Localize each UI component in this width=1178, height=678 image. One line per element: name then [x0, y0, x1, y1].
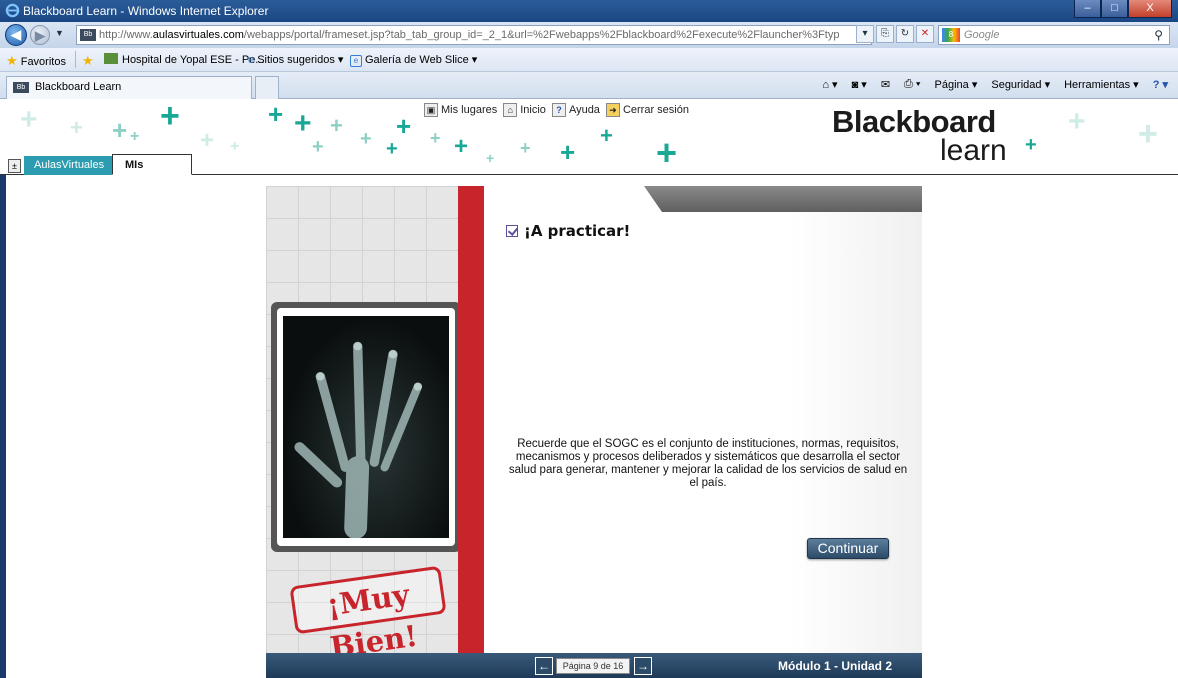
security-menu[interactable]: Seguridad ▾ [991, 78, 1050, 91]
window-titlebar: Blackboard Learn - Windows Internet Expl… [0, 0, 1178, 22]
tab-command-bar: Bb Blackboard Learn ⌂ ▾ ◙ ▾ ✉ ⎙ ▾ Página… [0, 72, 1178, 99]
blackboard-logo: Blackboard learn + [832, 104, 1037, 167]
gray-header-tab [644, 186, 922, 212]
next-page-button[interactable]: → [634, 657, 652, 675]
print-icon[interactable]: ⎙ ▾ [904, 78, 920, 91]
home-icon: ⌂ [503, 103, 518, 117]
window-title: Blackboard Learn - Windows Internet Expl… [23, 4, 269, 18]
hand-xray-image [283, 316, 449, 538]
maximize-button[interactable]: □ [1101, 0, 1128, 18]
ayuda-link[interactable]: ? Ayuda [551, 103, 600, 117]
blackboard-favicon-icon: Bb [13, 82, 29, 93]
minimize-button[interactable]: – [1074, 0, 1101, 18]
feeds-icon[interactable]: ◙ ▾ [852, 78, 867, 91]
lesson-left-panel: ¡Muy Bien! [266, 186, 461, 665]
ie-icon [5, 3, 20, 18]
forward-button[interactable]: ▶ [30, 25, 50, 45]
inicio-link[interactable]: ⌂ Inicio [503, 103, 546, 117]
page-icon [104, 53, 118, 64]
checkbox-icon [506, 225, 518, 237]
search-field[interactable]: 8 Google ⚲ [938, 25, 1170, 45]
blackboard-tabs: ± AulasVirtuales MIs Cursos [0, 154, 1178, 175]
mis-lugares-link[interactable]: ▣ Mis lugares [424, 103, 497, 117]
stop-icon[interactable]: ✕ [916, 25, 934, 43]
mail-icon[interactable]: ✉ [881, 78, 890, 91]
tab-mis-cursos[interactable]: MIs Cursos [112, 154, 192, 175]
lesson-heading: ¡A practicar! [506, 222, 630, 240]
content-area: ¡Muy Bien! ¡A practicar! Recuerde que el… [0, 175, 1178, 678]
site-favicon-icon: Bb [80, 29, 96, 41]
module-label: Módulo 1 - Unidad 2 [778, 659, 892, 673]
lesson-module: ¡Muy Bien! ¡A practicar! Recuerde que el… [266, 186, 922, 678]
lesson-right-panel [484, 186, 922, 653]
add-favorite-icon[interactable]: ★ [82, 53, 94, 69]
muy-bien-stamp: ¡Muy Bien! [289, 565, 447, 665]
web-slice-icon: e [350, 55, 362, 67]
close-window-button[interactable]: X [1128, 0, 1172, 18]
cerrar-sesion-link[interactable]: ➜ Cerrar sesión [605, 103, 689, 117]
lesson-body-text: Recuerde que el SOGC es el conjunto de i… [508, 438, 908, 489]
compatibility-icon[interactable]: ⎘ [876, 25, 894, 43]
url-text: http://www.aulasvirtuales.com/webapps/po… [99, 29, 839, 41]
favorites-button[interactable]: ★ Favoritos [6, 53, 66, 69]
favorite-sitios-sugeridos[interactable]: e Sitios sugeridos ▾ [248, 53, 343, 66]
google-icon: 8 [942, 28, 960, 42]
favorite-web-slice[interactable]: e Galería de Web Slice ▾ [350, 53, 477, 67]
red-divider [458, 186, 484, 653]
expand-toggle-icon[interactable]: ± [8, 159, 21, 173]
browser-tab-blackboard[interactable]: Bb Blackboard Learn [6, 76, 252, 99]
favorites-bar: ★ Favoritos ★ Hospital de Yopal ESE - Pe… [0, 48, 1178, 72]
blackboard-header: + + + + + + + + + + + + + + + + + + + + … [0, 99, 1178, 175]
back-button[interactable]: ◀ [5, 24, 27, 46]
favorite-hospital[interactable]: Hospital de Yopal ESE - Pe... [104, 53, 264, 66]
ie-icon: e [248, 54, 255, 66]
address-toolbar: ◀ ▶ ▼ Bb http://www.aulasvirtuales.com/w… [0, 22, 1178, 48]
refresh-icon[interactable]: ↻ [896, 25, 914, 43]
logout-icon: ➜ [605, 103, 620, 117]
tools-menu[interactable]: Herramientas ▾ [1064, 78, 1139, 91]
new-tab-button[interactable] [255, 76, 279, 99]
tab-aulasvirtuales[interactable]: AulasVirtuales [24, 156, 115, 175]
continuar-button[interactable]: Continuar [807, 538, 889, 559]
xray-image-frame [271, 302, 461, 552]
lesson-footer: ← Página 9 de 16 → Módulo 1 - Unidad 2 [266, 653, 922, 678]
help-icon: ? [551, 103, 566, 117]
search-icon[interactable]: ⚲ [1154, 28, 1163, 42]
help-icon[interactable]: ? ▾ [1153, 78, 1168, 91]
page-indicator: Página 9 de 16 [556, 658, 630, 674]
home-icon[interactable]: ⌂ ▾ [822, 78, 837, 91]
url-field[interactable]: Bb http://www.aulasvirtuales.com/webapps… [76, 25, 872, 45]
url-dropdown-icon[interactable]: ▾ [856, 25, 874, 43]
star-icon: ★ [6, 53, 18, 68]
search-placeholder: Google [964, 29, 1000, 41]
places-icon: ▣ [424, 103, 438, 117]
page-menu[interactable]: Página ▾ [935, 78, 978, 91]
prev-page-button[interactable]: ← [535, 657, 553, 675]
history-dropdown-icon[interactable]: ▼ [55, 28, 64, 38]
